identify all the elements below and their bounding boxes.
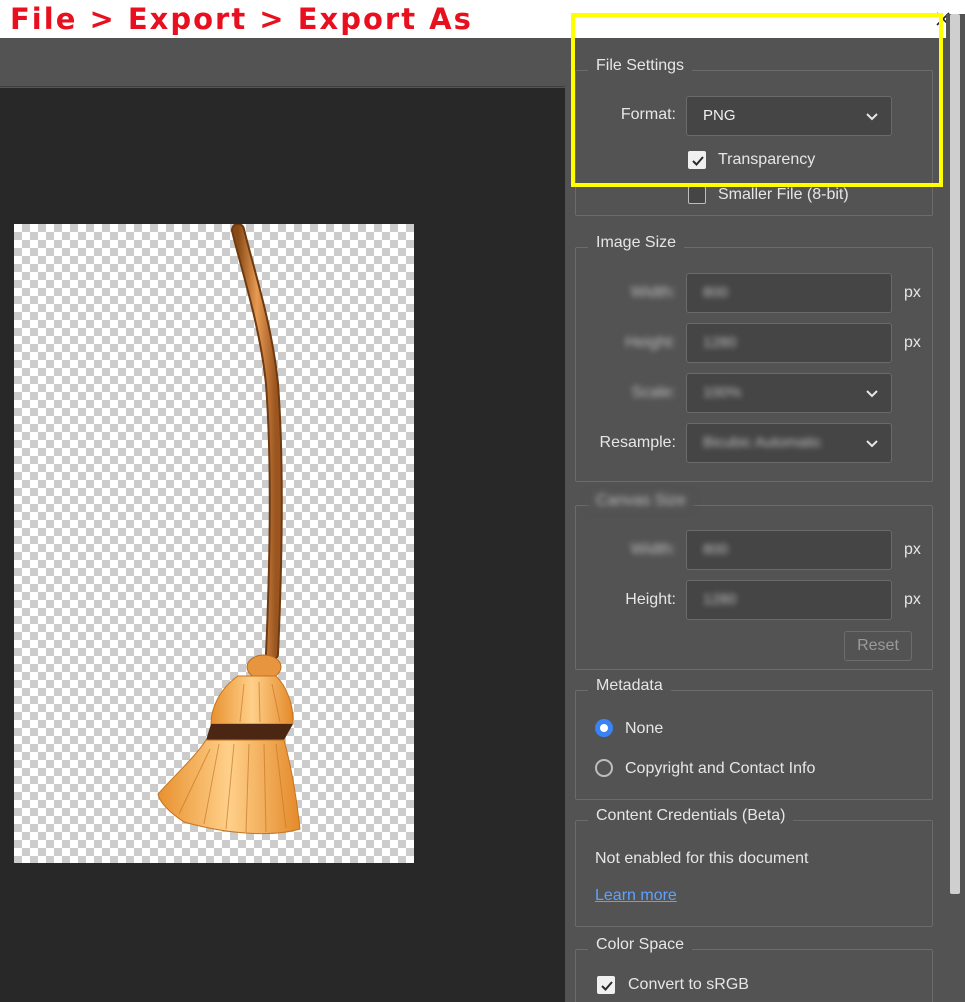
scale-label: Scale: — [631, 384, 676, 401]
chevron-down-icon — [866, 390, 878, 398]
content-credentials-title: Content Credentials (Beta) — [588, 807, 794, 825]
metadata-group: Metadata None Copyright and Contact Info — [575, 677, 933, 800]
canvas-width-unit: px — [904, 541, 921, 558]
scale-value: 100% — [703, 384, 742, 401]
canvas-size-title: Canvas Size — [588, 492, 694, 510]
color-space-title: Color Space — [588, 936, 693, 954]
scrollbar-thumb[interactable] — [950, 14, 960, 894]
broom-image — [157, 224, 301, 835]
color-space-group: Color Space Convert to sRGB — [575, 936, 933, 1002]
image-height-label: Height: — [625, 334, 676, 351]
smaller-file-checkbox[interactable] — [688, 186, 706, 204]
image-width-label: Width: — [630, 284, 676, 301]
canvas-height-unit: px — [904, 591, 921, 608]
reset-button[interactable]: Reset — [844, 631, 912, 661]
file-settings-highlight — [571, 13, 943, 187]
canvas-width-value: 800 — [703, 541, 729, 558]
canvas-width-label: Width: — [630, 541, 676, 558]
metadata-copyright-label: Copyright and Contact Info — [625, 760, 816, 777]
chevron-down-icon — [866, 440, 878, 448]
content-credentials-group: Content Credentials (Beta) Not enabled f… — [575, 807, 933, 927]
resample-value: Bicubic Automatic — [703, 434, 822, 451]
image-size-group: Image Size Width: 800 px Height: 1280 px… — [575, 234, 933, 482]
preview-area — [0, 88, 565, 1002]
dialog-title: File > Export > Export As — [10, 2, 473, 36]
image-width-unit: px — [904, 284, 921, 301]
canvas-width-input[interactable]: 800 — [686, 530, 892, 570]
metadata-none-label: None — [625, 720, 664, 737]
convert-srgb-label: Convert to sRGB — [628, 976, 749, 993]
resample-label: Resample: — [599, 434, 676, 451]
image-width-value: 800 — [703, 284, 729, 301]
content-credentials-status: Not enabled for this document — [595, 850, 809, 867]
canvas-height-input[interactable]: 1280 — [686, 580, 892, 620]
image-height-value: 1280 — [703, 334, 737, 351]
canvas-size-group: Canvas Size Width: 800 px Height: 1280 p… — [575, 492, 933, 670]
scale-dropdown[interactable]: 100% — [686, 373, 892, 413]
settings-scrollbar[interactable] — [946, 14, 965, 964]
smaller-file-label: Smaller File (8-bit) — [718, 186, 849, 203]
preview-toolbar — [0, 38, 565, 87]
canvas-height-value: 1280 — [703, 591, 737, 608]
preview-canvas — [14, 224, 414, 863]
convert-srgb-checkbox[interactable] — [597, 976, 615, 994]
metadata-title: Metadata — [588, 677, 671, 695]
metadata-copyright-radio[interactable] — [595, 759, 613, 777]
image-height-unit: px — [904, 334, 921, 351]
checkmark-icon — [601, 981, 613, 991]
canvas-height-label: Height: — [625, 591, 676, 608]
image-height-input[interactable]: 1280 — [686, 323, 892, 363]
learn-more-link[interactable]: Learn more — [595, 887, 677, 905]
image-width-input[interactable]: 800 — [686, 273, 892, 313]
image-size-title: Image Size — [588, 234, 685, 252]
metadata-none-radio[interactable] — [595, 719, 613, 737]
resample-dropdown[interactable]: Bicubic Automatic — [686, 423, 892, 463]
